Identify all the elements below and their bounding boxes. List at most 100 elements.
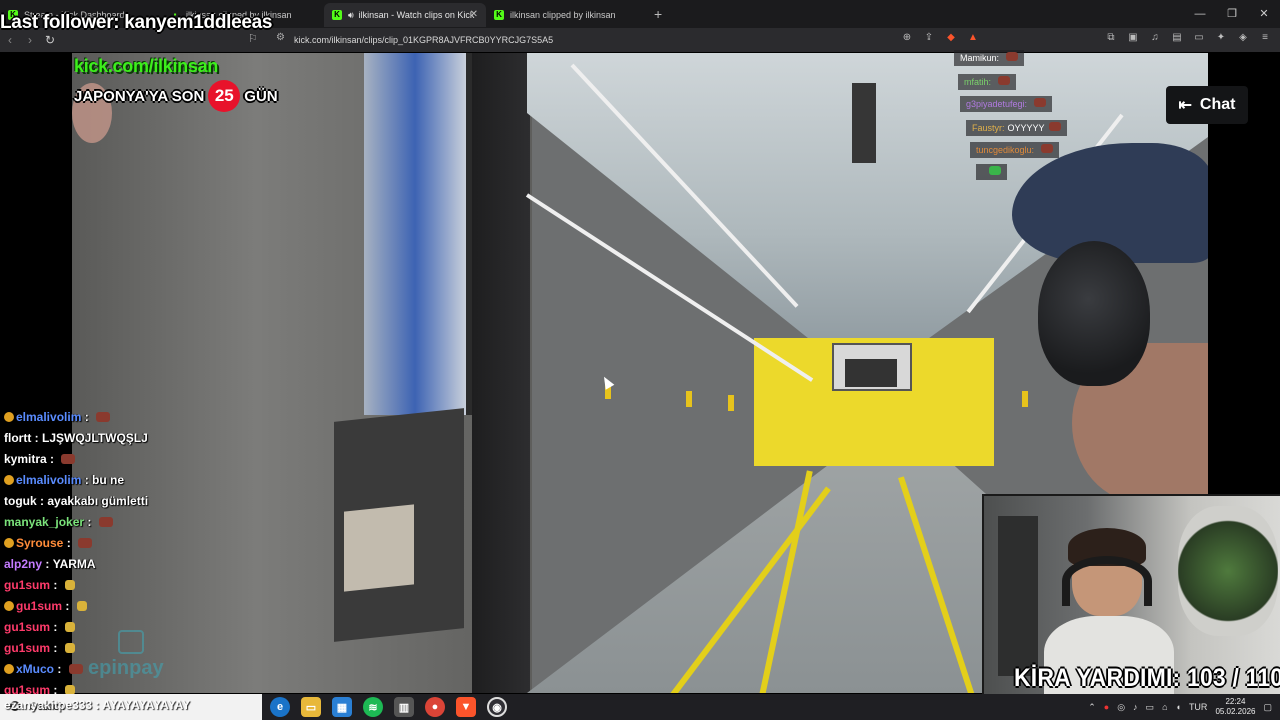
- chat-username[interactable]: elmalivolim: [16, 410, 81, 424]
- chat-username[interactable]: Syrouse: [16, 536, 63, 550]
- calculator-icon[interactable]: ▥: [394, 697, 414, 717]
- ceiling-lamp: [852, 83, 876, 163]
- brave-icon[interactable]: ▼: [456, 697, 476, 717]
- chat-separator: :: [54, 661, 65, 676]
- close-tab-icon[interactable]: ✕: [470, 9, 478, 20]
- speaker-icon[interactable]: 🔊︎: [348, 10, 354, 21]
- forward-icon[interactable]: ›: [20, 33, 40, 47]
- kick-icon: K: [332, 10, 342, 20]
- restore-icon[interactable]: ❐: [1216, 0, 1248, 28]
- brave-shields-icon[interactable]: ◆: [944, 32, 958, 43]
- back-icon[interactable]: ‹: [0, 33, 20, 47]
- chat-emote-icon: [64, 579, 75, 590]
- countdown-overlay: JAPONYA'YA SON 25 GÜN: [74, 80, 278, 112]
- stream-chat: elmalivolim : flortt : LJŞWQJLTWQŞLJ kymi…: [0, 406, 260, 700]
- address-actions: ⊕ ⇪ ◆ ▲: [900, 32, 980, 43]
- network-icon[interactable]: ⌂: [1162, 702, 1167, 712]
- minimize-icon[interactable]: —: [1184, 0, 1216, 28]
- chat-username[interactable]: kymitra: [4, 452, 47, 466]
- overlay-chat-username: Faustyr:: [972, 123, 1005, 133]
- chat-emote-icon: [989, 166, 1001, 175]
- media-icon[interactable]: ♫: [1148, 32, 1162, 43]
- new-tab-icon[interactable]: +: [654, 6, 662, 22]
- brave-rewards-icon[interactable]: ▲: [966, 32, 980, 43]
- chat-username[interactable]: gu1sum: [4, 620, 50, 634]
- chat-emote-icon: [61, 453, 76, 464]
- tab-watch-clips[interactable]: K 🔊︎ ilkinsan - Watch clips on Kick ✕: [324, 3, 486, 27]
- menu-icon[interactable]: ≡: [1258, 32, 1272, 43]
- tray-app-icon[interactable]: ◎: [1117, 702, 1125, 713]
- display-icon[interactable]: ▭: [1146, 702, 1155, 713]
- leo-icon[interactable]: ✦: [1214, 32, 1228, 43]
- chat-separator: :: [63, 535, 75, 550]
- toolbar-icons: ⧉ ▣ ♫ ▤ ▭ ✦ ◈ ≡: [1104, 32, 1272, 43]
- chat-toggle-button[interactable]: ⇤ Chat: [1166, 86, 1248, 124]
- chat-text: ayakkabı gümletti: [47, 493, 149, 508]
- share-icon[interactable]: ⇪: [922, 32, 936, 43]
- tab-title: ilkinsan clipped by ilkinsan: [510, 10, 616, 20]
- chat-separator: :: [36, 493, 48, 508]
- wallet-icon[interactable]: ▭: [1192, 32, 1206, 43]
- chat-separator: :: [31, 430, 42, 445]
- chat-emote-icon: [98, 516, 113, 527]
- lane-marker: [686, 391, 692, 407]
- chrome-icon[interactable]: ●: [425, 697, 445, 717]
- chat-username[interactable]: manyak_joker: [4, 515, 84, 529]
- tray-chevron-icon[interactable]: ⌃: [1088, 702, 1096, 713]
- overlay-chat-username: mfatih:: [964, 77, 992, 87]
- store-icon[interactable]: ▦: [332, 697, 352, 717]
- chat-username[interactable]: flortt: [4, 431, 31, 445]
- clock[interactable]: 22:24 05.02.2026: [1215, 697, 1255, 717]
- chat-text: YARMA: [52, 556, 96, 571]
- chat-username[interactable]: gu1sum: [4, 641, 50, 655]
- volume-icon[interactable]: ◖: [1176, 702, 1181, 712]
- clock-time: 22:24: [1225, 697, 1246, 706]
- tray-app-icon[interactable]: ●: [1104, 702, 1109, 712]
- chat-username[interactable]: alp2ny: [4, 557, 42, 571]
- clock-date: 05.02.2026: [1215, 707, 1256, 716]
- chat-emote-icon: [1006, 52, 1019, 61]
- chat-username[interactable]: xMuco: [16, 662, 54, 676]
- chat-message: elmalivolim :: [0, 406, 260, 427]
- target-silhouette: [845, 359, 897, 387]
- chat-emote-icon: [64, 621, 75, 632]
- close-window-icon[interactable]: ✕: [1248, 0, 1280, 28]
- reload-icon[interactable]: ↻: [40, 33, 60, 47]
- extensions-icon[interactable]: ⧉: [1104, 32, 1118, 43]
- notifications-icon[interactable]: ▢: [1263, 702, 1272, 713]
- ear-protection: [1038, 241, 1150, 386]
- chat-username[interactable]: toguk: [4, 494, 37, 508]
- spotify-icon[interactable]: ≋: [363, 697, 383, 717]
- chat-emote-icon: [68, 663, 83, 674]
- chat-username[interactable]: elmalivolim: [16, 473, 81, 487]
- screenshot-icon[interactable]: ▣: [1126, 32, 1140, 43]
- lane-marker: [728, 395, 734, 411]
- overlay-chat-line: g3piyadetufegi:: [960, 96, 1053, 112]
- url-field[interactable]: kick.com/ilkinsan/clips/clip_01KGPR8AJVF…: [272, 32, 992, 48]
- chat-username[interactable]: gu1sum: [4, 578, 50, 592]
- chat-username[interactable]: gu1sum: [16, 599, 62, 613]
- chat-message: kymitra :: [0, 448, 260, 469]
- kick-icon: K: [494, 10, 504, 20]
- tab-title: ilkinsan - Watch clips on Kick: [358, 10, 475, 20]
- zoom-icon[interactable]: ⊕: [900, 32, 914, 43]
- chat-message: xMuco :: [0, 658, 260, 679]
- chat-message: alp2ny : YARMA: [0, 553, 260, 574]
- chat-separator: :: [42, 556, 53, 571]
- tab-clip-2[interactable]: K ilkinsan clipped by ilkinsan: [486, 3, 648, 27]
- overlay-chat-text: OYYYYY: [1007, 123, 1045, 133]
- webcam-background-door: [998, 516, 1038, 676]
- chat-button-label: Chat: [1199, 96, 1236, 113]
- vpn-icon[interactable]: ◈: [1236, 32, 1250, 43]
- headphones-icon: [1062, 556, 1152, 606]
- sidebar-icon[interactable]: ▤: [1170, 32, 1184, 43]
- files-icon[interactable]: ▭: [301, 697, 321, 717]
- channel-url-overlay: kick.com/ilkinsan: [74, 56, 218, 76]
- overlay-chat-username: g3piyadetufegi:: [966, 99, 1028, 109]
- language-indicator[interactable]: TUR: [1189, 702, 1208, 712]
- mic-icon[interactable]: ♪: [1133, 702, 1138, 712]
- booth-post: [472, 53, 530, 693]
- overlay-chat-line: Mamikun:: [954, 50, 1025, 66]
- obs-icon[interactable]: ◉: [487, 697, 507, 717]
- edge-icon[interactable]: e: [270, 697, 290, 717]
